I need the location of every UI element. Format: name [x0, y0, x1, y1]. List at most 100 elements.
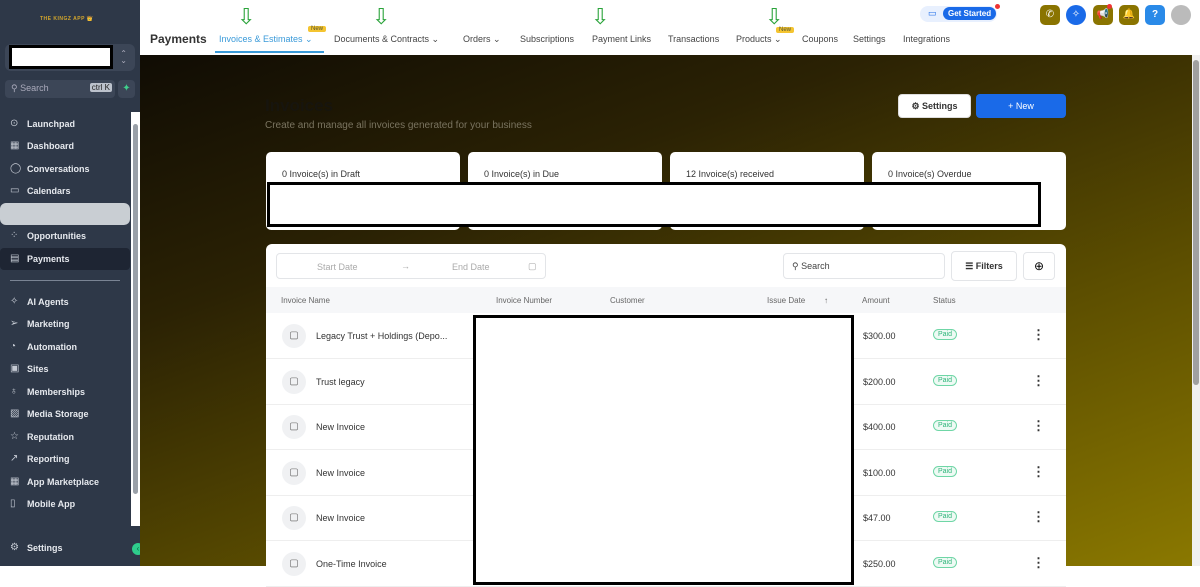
search-icon: ⚲: [792, 261, 802, 271]
sidebar-item-mobile-app[interactable]: ▯ Mobile App: [0, 493, 130, 515]
invoice-icon: ▢: [282, 369, 306, 394]
tab-settings[interactable]: Settings: [853, 34, 886, 44]
download-icon: ⊕: [1033, 259, 1045, 273]
invoice-name[interactable]: New Invoice: [316, 513, 365, 523]
redacted-region: [267, 182, 1041, 227]
main-scrollbar[interactable]: [1192, 55, 1200, 566]
amount: $400.00: [863, 422, 896, 433]
col-customer[interactable]: Customer: [610, 296, 645, 305]
calendar-icon: ▭: [10, 185, 20, 196]
more-options-icon[interactable]: ⋮: [1032, 555, 1045, 571]
sidebar-search[interactable]: ⚲ Search ctrl K: [5, 80, 115, 98]
sidebar-item-media-storage[interactable]: ▨ Media Storage: [0, 403, 130, 425]
trend-icon: ↗: [10, 453, 19, 464]
amount: $300.00: [863, 331, 896, 341]
image-icon: ▨: [10, 408, 20, 419]
page-subtitle: Create and manage all invoices generated…: [265, 120, 532, 131]
sidebar-divider: [10, 280, 120, 281]
send-icon: ➢: [10, 318, 19, 329]
more-options-icon[interactable]: ⋮: [1032, 327, 1045, 343]
sidebar-item-memberships[interactable]: ♁ Memberships: [0, 381, 130, 403]
ai-spark-button[interactable]: ✦: [118, 80, 135, 98]
shortcut-hint: ctrl K: [89, 83, 112, 92]
brand-logo: THE KINGZ APP 👑: [40, 16, 94, 22]
sidebar: THE KINGZ APP 👑 ⌃ ⌄ ⚲ Search ctrl K ✦ ⊙ Lau…: [0, 0, 144, 566]
sidebar-item-ai-agents[interactable]: ✧ AI Agents: [0, 291, 130, 313]
amount: $100.00: [863, 467, 896, 478]
col-status[interactable]: Status: [933, 296, 956, 305]
filters-button[interactable]: ☰ Filters: [951, 251, 1017, 281]
download-button[interactable]: ⊕: [1023, 252, 1055, 280]
invoice-name[interactable]: Legacy Trust + Holdings (Depo...: [316, 331, 447, 341]
get-started-button[interactable]: Get Started: [943, 7, 997, 20]
date-range-picker[interactable]: Start Date → End Date ▢: [276, 253, 546, 279]
col-invoice-number[interactable]: Invoice Number: [496, 296, 552, 305]
tab-payment-links[interactable]: Payment Links: [592, 34, 651, 44]
invoice-name[interactable]: One-Time Invoice: [316, 559, 387, 569]
table-header: Invoice Name Invoice Number Customer Iss…: [266, 287, 1066, 313]
arrow-down-annotation-icon: ⇩: [765, 4, 784, 29]
search-input[interactable]: ⚲ Search: [783, 253, 945, 279]
tab-products[interactable]: Products ⌄: [736, 34, 782, 45]
avatar[interactable]: [1171, 5, 1191, 25]
announcements-button[interactable]: 📢: [1093, 4, 1113, 25]
notifications-bell-button[interactable]: 🔔: [1119, 5, 1139, 25]
tab-transactions[interactable]: Transactions: [668, 34, 719, 44]
sidebar-item-opportunities[interactable]: ⁘ Opportunities: [0, 225, 130, 247]
status-badge: Paid: [933, 420, 958, 432]
sidebar-item-marketing[interactable]: ➢ Marketing: [0, 313, 130, 335]
help-button[interactable]: ?: [1145, 5, 1165, 25]
sidebar-scrollbar[interactable]: [131, 112, 140, 526]
funnel-icon: ⁘: [10, 230, 19, 241]
col-issue-date[interactable]: Issue Date: [767, 296, 805, 305]
tab-documents-contracts[interactable]: Documents & Contracts ⌄: [334, 34, 439, 45]
search-icon: ⚲: [11, 83, 21, 93]
tab-invoices-estimates[interactable]: Invoices & Estimates ⌄: [219, 34, 313, 45]
scroll-thumb[interactable]: [1193, 60, 1199, 385]
magic-button[interactable]: ✧: [1066, 5, 1086, 25]
get-started-widget[interactable]: ▭ Get Started: [920, 4, 1000, 22]
arrow-down-annotation-icon: ⇩: [237, 4, 256, 29]
sidebar-item-automation[interactable]: ◔ Automation: [0, 336, 130, 358]
page-section-title: Payments: [150, 32, 207, 46]
tab-coupons[interactable]: Coupons: [802, 34, 838, 44]
sidebar-item-calendars[interactable]: ▭ Calendars: [0, 180, 130, 202]
account-switcher[interactable]: ⌃ ⌄: [5, 44, 135, 71]
new-invoice-button[interactable]: + New: [976, 94, 1066, 118]
more-options-icon[interactable]: ⋮: [1032, 418, 1045, 434]
more-options-icon[interactable]: ⋮: [1032, 464, 1045, 480]
settings-button[interactable]: ⚙ Settings: [898, 94, 971, 118]
scroll-thumb[interactable]: [133, 124, 138, 494]
arrow-right-icon: →: [401, 261, 410, 271]
calendar-icon: ▢: [528, 261, 537, 271]
sidebar-item-redacted[interactable]: [0, 203, 130, 225]
sidebar-item-conversations[interactable]: ◯ Conversations: [0, 158, 130, 180]
sidebar-item-reputation[interactable]: ☆ Reputation: [0, 426, 130, 448]
tab-orders[interactable]: Orders ⌄: [463, 34, 501, 45]
sidebar-item-payments[interactable]: ▤ Payments: [0, 248, 130, 270]
receipt-icon: ▤: [10, 253, 20, 264]
invoice-name[interactable]: New Invoice: [316, 468, 365, 478]
phone-icon: ▯: [10, 498, 16, 509]
tab-integrations[interactable]: Integrations: [903, 34, 950, 44]
sidebar-item-settings[interactable]: ⚙ Settings: [0, 537, 130, 559]
phone-button[interactable]: ✆: [1040, 5, 1060, 25]
col-amount[interactable]: Amount: [862, 296, 890, 305]
chevron-updown-icon: ⌃ ⌄: [120, 49, 127, 65]
amount: $47.00: [863, 513, 891, 524]
invoice-icon: ▢: [282, 506, 306, 531]
tab-subscriptions[interactable]: Subscriptions: [520, 34, 574, 44]
invoice-name[interactable]: Trust legacy: [316, 377, 365, 387]
sort-asc-icon[interactable]: ↑: [824, 296, 828, 305]
status-badge: Paid: [933, 465, 958, 477]
col-invoice-name[interactable]: Invoice Name: [281, 296, 330, 305]
invoice-name[interactable]: New Invoice: [316, 422, 365, 432]
sidebar-item-dashboard[interactable]: ▦ Dashboard: [0, 135, 130, 157]
sidebar-item-reporting[interactable]: ↗ Reporting: [0, 448, 130, 470]
sidebar-item-app-marketplace[interactable]: ▦ App Marketplace: [0, 471, 130, 493]
sidebar-item-sites[interactable]: ▣ Sites: [0, 358, 130, 380]
filter-icon: ☰: [965, 261, 976, 271]
sidebar-item-launchpad[interactable]: ⊙ Launchpad: [0, 113, 130, 135]
more-options-icon[interactable]: ⋮: [1032, 373, 1045, 389]
more-options-icon[interactable]: ⋮: [1032, 509, 1045, 525]
